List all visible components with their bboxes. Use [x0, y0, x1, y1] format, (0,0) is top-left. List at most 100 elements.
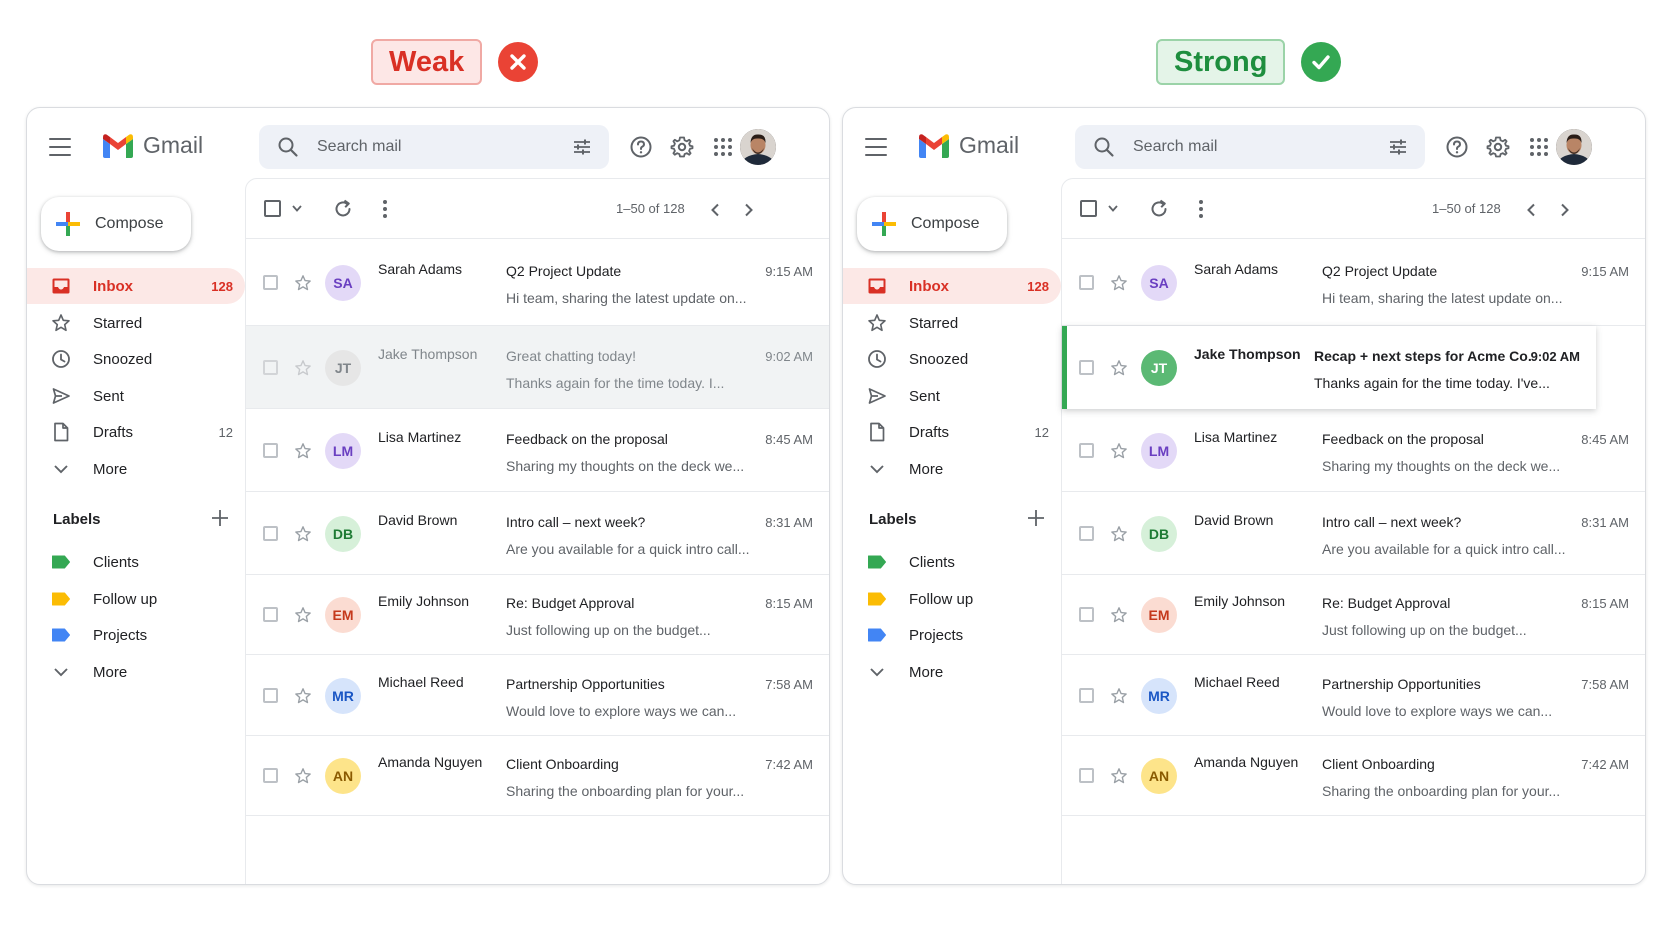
account-avatar[interactable]	[740, 129, 776, 165]
star-icon[interactable]	[294, 525, 312, 543]
sidebar-item-sent[interactable]: Sent	[843, 378, 1061, 414]
star-icon[interactable]	[1110, 767, 1128, 785]
select-all-checkbox[interactable]	[264, 200, 281, 217]
label-item-clients[interactable]: Clients	[27, 544, 245, 580]
star-icon[interactable]	[294, 687, 312, 705]
filter-options-icon[interactable]	[571, 136, 593, 158]
search-bar[interactable]: Search mail	[1075, 125, 1425, 169]
email-checkbox[interactable]	[263, 275, 278, 290]
star-icon[interactable]	[1110, 525, 1128, 543]
email-row[interactable]: MR Michael Reed Partnership Opportunities 7…	[246, 655, 829, 736]
main-menu-icon[interactable]	[863, 134, 889, 160]
email-row[interactable]: LM Lisa Martinez Feedback on the proposal 8…	[246, 409, 829, 492]
star-icon[interactable]	[294, 767, 312, 785]
email-checkbox[interactable]	[1079, 359, 1094, 375]
select-all-checkbox[interactable]	[1080, 200, 1097, 217]
sidebar-item-inbox[interactable]: Inbox 128	[27, 268, 245, 304]
add-label-icon[interactable]	[209, 507, 231, 529]
email-time: 9:15 AM	[1581, 264, 1629, 279]
prev-page-chevron-icon[interactable]	[710, 203, 720, 217]
email-checkbox[interactable]	[263, 607, 278, 622]
help-icon[interactable]	[1443, 133, 1471, 161]
search-icon[interactable]	[1093, 136, 1115, 158]
compose-button[interactable]: Compose	[41, 197, 191, 251]
search-input[interactable]: Search mail	[1133, 138, 1217, 156]
apps-grid-icon[interactable]	[1525, 133, 1553, 161]
search-bar[interactable]: Search mail	[259, 125, 609, 169]
sidebar-item-more[interactable]: More	[843, 451, 1061, 487]
search-input[interactable]: Search mail	[317, 138, 401, 156]
email-checkbox[interactable]	[263, 687, 278, 703]
email-row[interactable]: JT Jake Thompson Great chatting today! 9:02…	[246, 326, 829, 409]
sidebar-item-starred[interactable]: Starred	[843, 305, 1061, 341]
select-dropdown-chevron-icon[interactable]	[292, 205, 302, 213]
star-icon[interactable]	[294, 606, 312, 624]
email-row[interactable]: MR Michael Reed Partnership Opportunities 7…	[1062, 655, 1645, 736]
star-icon[interactable]	[294, 359, 312, 377]
star-icon[interactable]	[1110, 442, 1128, 460]
search-icon[interactable]	[277, 136, 299, 158]
label-item-clients[interactable]: Clients	[843, 544, 1061, 580]
star-icon[interactable]	[1110, 274, 1128, 292]
label-item-projects[interactable]: Projects	[27, 617, 245, 653]
label-item-follow-up[interactable]: Follow up	[27, 581, 245, 617]
email-row[interactable]: EM Emily Johnson Re: Budget Approval 8:15 A…	[246, 575, 829, 655]
sidebar-item-drafts[interactable]: Drafts 12	[27, 414, 245, 450]
email-checkbox[interactable]	[1079, 768, 1094, 783]
help-icon[interactable]	[627, 133, 655, 161]
settings-gear-icon[interactable]	[668, 133, 696, 161]
prev-page-chevron-icon[interactable]	[1526, 203, 1536, 217]
refresh-icon[interactable]	[332, 198, 354, 220]
main-menu-icon[interactable]	[47, 134, 73, 160]
filter-options-icon[interactable]	[1387, 136, 1409, 158]
email-row[interactable]: SA Sarah Adams Q2 Project Update 9:15 AM Hi …	[246, 240, 829, 326]
select-dropdown-chevron-icon[interactable]	[1108, 205, 1118, 213]
email-row[interactable]: DB David Brown Intro call – next week? 8:31…	[1062, 492, 1645, 575]
sidebar-item-snoozed[interactable]: Snoozed	[27, 341, 245, 377]
email-checkbox[interactable]	[263, 525, 278, 541]
label-item-projects[interactable]: Projects	[843, 617, 1061, 653]
send-icon	[51, 386, 71, 406]
email-checkbox[interactable]	[1079, 525, 1094, 541]
star-icon[interactable]	[1110, 687, 1128, 705]
more-options-icon[interactable]	[1197, 199, 1205, 219]
next-page-chevron-icon[interactable]	[1560, 203, 1570, 217]
sidebar-item-inbox[interactable]: Inbox 128	[843, 268, 1061, 304]
email-checkbox[interactable]	[263, 442, 278, 458]
compose-button[interactable]: Compose	[857, 197, 1007, 251]
email-row[interactable]: AN Amanda Nguyen Client Onboarding 7:42 AM S…	[246, 736, 829, 816]
star-icon[interactable]	[1110, 359, 1128, 377]
star-icon[interactable]	[1110, 606, 1128, 624]
email-checkbox[interactable]	[263, 768, 278, 783]
email-row[interactable]: JT Jake Thompson Recap + next steps for Ac…	[1062, 326, 1596, 409]
label-item-more[interactable]: More	[843, 654, 1061, 690]
sidebar-item-sent[interactable]: Sent	[27, 378, 245, 414]
label-item-follow-up[interactable]: Follow up	[843, 581, 1061, 617]
settings-gear-icon[interactable]	[1484, 133, 1512, 161]
sidebar-item-more[interactable]: More	[27, 451, 245, 487]
email-checkbox[interactable]	[263, 359, 278, 375]
sidebar-item-drafts[interactable]: Drafts 12	[843, 414, 1061, 450]
email-row[interactable]: SA Sarah Adams Q2 Project Update 9:15 AM Hi …	[1062, 240, 1645, 326]
email-row[interactable]: AN Amanda Nguyen Client Onboarding 7:42 AM S…	[1062, 736, 1645, 816]
email-row[interactable]: EM Emily Johnson Re: Budget Approval 8:15 A…	[1062, 575, 1645, 655]
more-options-icon[interactable]	[381, 199, 389, 219]
sidebar-item-starred[interactable]: Starred	[27, 305, 245, 341]
account-avatar[interactable]	[1556, 129, 1592, 165]
email-checkbox[interactable]	[1079, 607, 1094, 622]
add-label-icon[interactable]	[1025, 507, 1047, 529]
email-checkbox[interactable]	[1079, 275, 1094, 290]
refresh-icon[interactable]	[1148, 198, 1170, 220]
next-page-chevron-icon[interactable]	[744, 203, 754, 217]
star-icon[interactable]	[294, 274, 312, 292]
label-item-more[interactable]: More	[27, 654, 245, 690]
star-icon[interactable]	[294, 442, 312, 460]
email-row[interactable]: DB David Brown Intro call – next week? 8:31…	[246, 492, 829, 575]
email-row[interactable]: LM Lisa Martinez Feedback on the proposal 8…	[1062, 409, 1645, 492]
email-checkbox[interactable]	[1079, 442, 1094, 458]
email-checkbox[interactable]	[1079, 687, 1094, 703]
apps-grid-icon[interactable]	[709, 133, 737, 161]
gmail-logo[interactable]: Gmail	[917, 132, 1019, 159]
gmail-logo[interactable]: Gmail	[101, 132, 203, 159]
sidebar-item-snoozed[interactable]: Snoozed	[843, 341, 1061, 377]
